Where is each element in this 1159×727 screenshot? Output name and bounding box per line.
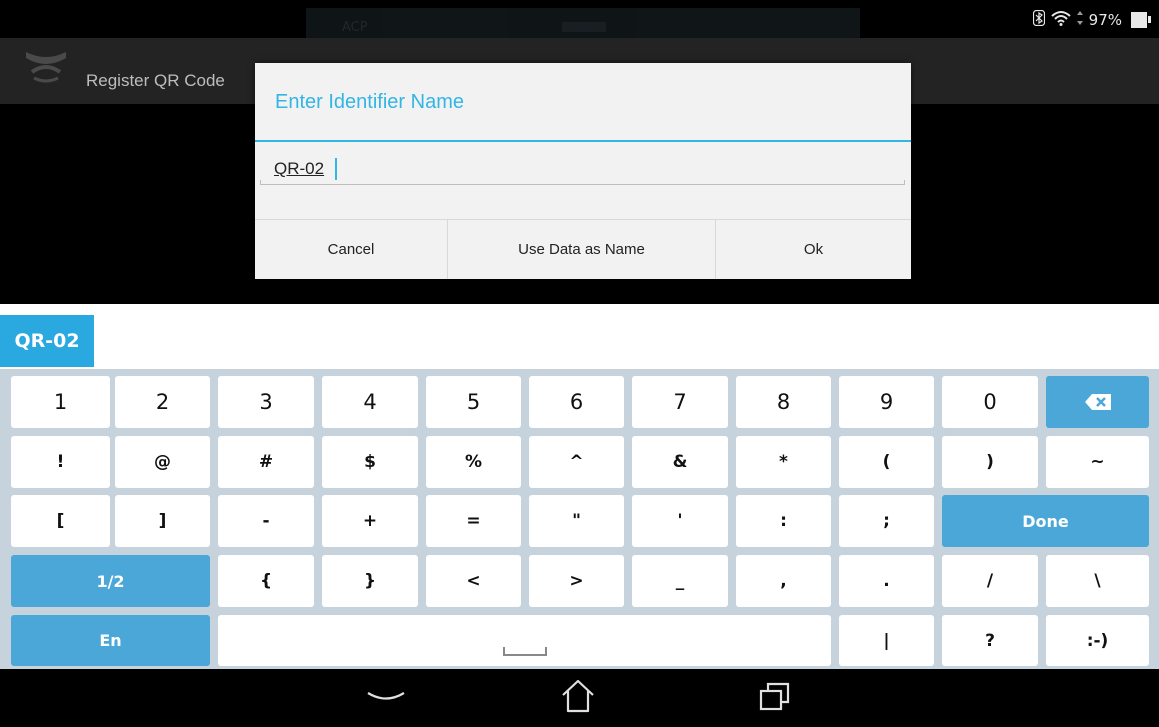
backspace-icon [1084,394,1111,410]
key-slash[interactable]: / [942,555,1038,607]
dialog-divider [255,140,911,142]
space-icon [502,647,547,656]
key-double-quote[interactable]: " [529,495,624,547]
key-percent[interactable]: % [426,436,521,488]
key-right-paren[interactable]: ) [942,436,1038,488]
wifi-icon [1050,10,1071,30]
key-9[interactable]: 9 [839,376,934,428]
key-left-brace[interactable]: { [218,555,314,607]
done-key[interactable]: Done [942,495,1149,547]
key-comma[interactable]: , [736,555,831,607]
dialog-button-bar: Cancel Use Data as Name Ok [255,219,911,279]
bluetooth-icon [1032,9,1045,30]
key-less-than[interactable]: < [426,555,521,607]
app-logo-icon[interactable] [22,44,70,88]
field-underline [260,184,905,185]
key-colon[interactable]: : [736,495,831,547]
page-title: Register QR Code [86,71,225,90]
key-period[interactable]: . [839,555,934,607]
key-backslash[interactable]: \ [1046,555,1149,607]
status-icons: 97% [1032,9,1151,30]
signal-arrows-icon [1076,11,1083,29]
keyboard: 1 2 3 4 5 6 7 8 9 0 ! @ # $ % ^ & * ( ) … [0,369,1159,669]
back-button[interactable] [356,677,416,719]
field-tick-left [260,180,261,185]
space-key[interactable] [218,615,831,666]
recents-button[interactable] [745,677,805,719]
key-4[interactable]: 4 [322,376,418,428]
key-5[interactable]: 5 [426,376,521,428]
key-equals[interactable]: = [426,495,521,547]
language-key[interactable]: En [11,615,210,666]
key-8[interactable]: 8 [736,376,831,428]
key-0[interactable]: 0 [942,376,1038,428]
text-caret [335,158,337,180]
key-smiley[interactable]: :-) [1046,615,1149,666]
recents-icon [758,680,792,716]
key-dollar[interactable]: $ [322,436,418,488]
key-right-bracket[interactable]: ] [115,495,210,547]
key-7[interactable]: 7 [632,376,728,428]
key-question[interactable]: ? [942,615,1038,666]
suggestion-chip[interactable]: QR-02 [0,315,94,367]
backspace-key[interactable] [1046,376,1149,428]
key-left-paren[interactable]: ( [839,436,934,488]
key-asterisk[interactable]: * [736,436,831,488]
key-hash[interactable]: # [218,436,314,488]
identifier-input[interactable] [274,155,894,183]
key-right-brace[interactable]: } [322,555,418,607]
back-icon [366,689,406,708]
key-exclamation[interactable]: ! [11,436,110,488]
ok-button[interactable]: Ok [716,220,911,279]
key-at[interactable]: @ [115,436,210,488]
home-button[interactable] [548,677,608,719]
navigation-bar [0,669,1159,727]
key-ampersand[interactable]: & [632,436,728,488]
key-semicolon[interactable]: ; [839,495,934,547]
ghost-bar [562,22,606,32]
status-bar: ACP 97% [0,0,1159,45]
key-plus[interactable]: + [322,495,418,547]
key-caret[interactable]: ^ [529,436,624,488]
cancel-button[interactable]: Cancel [255,220,448,279]
symbols-page-key[interactable]: 1/2 [11,555,210,607]
key-minus[interactable]: - [218,495,314,547]
home-icon [558,677,598,719]
field-tick-right [904,180,905,185]
use-data-as-name-button[interactable]: Use Data as Name [448,220,716,279]
dialog-title: Enter Identifier Name [275,91,464,113]
key-1[interactable]: 1 [11,376,110,428]
identifier-dialog: Enter Identifier Name Cancel Use Data as… [255,63,911,279]
ghost-text: ACP [342,20,368,35]
key-pipe[interactable]: | [839,615,934,666]
key-single-quote[interactable]: ' [632,495,728,547]
suggestion-bar: QR-02 [0,304,1159,369]
key-6[interactable]: 6 [529,376,624,428]
key-underscore[interactable]: _ [632,555,728,607]
battery-level: 97% [1088,11,1122,29]
key-3[interactable]: 3 [218,376,314,428]
key-tilde[interactable]: ~ [1046,436,1149,488]
key-2[interactable]: 2 [115,376,210,428]
identifier-field [260,155,905,185]
key-greater-than[interactable]: > [529,555,624,607]
key-left-bracket[interactable]: [ [11,495,110,547]
battery-icon [1131,12,1151,28]
